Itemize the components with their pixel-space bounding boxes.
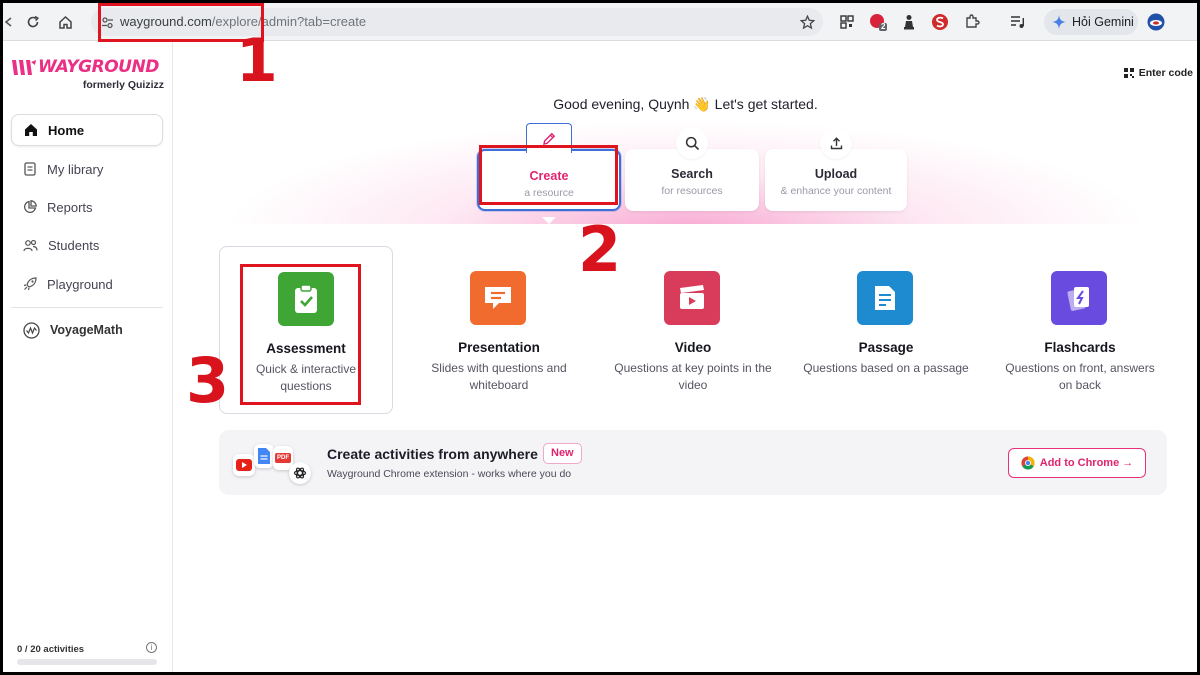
badge-extension-icon[interactable]: 2 [867,11,889,33]
students-icon [23,239,38,251]
puzzle-extension-icon[interactable] [961,11,983,33]
sidebar-item-students[interactable]: Students [11,229,163,261]
promo-app-icons: PDF [229,442,321,486]
gemini-sparkle-icon [1052,15,1066,29]
sidebar: WAYGROUND formerly Quizizz Home My libra… [3,41,173,672]
chess-extension-icon[interactable] [898,11,920,33]
rocket-icon [23,277,37,291]
gemini-button[interactable]: Hỏi Gemini [1044,9,1138,35]
new-badge: New [543,443,582,464]
screenshot-frame: wayground.com/explore/admin?tab=create 2… [3,3,1197,672]
annotation-number-2: 2 [578,213,622,286]
upload-mode-card[interactable]: Upload & enhance your content [765,127,907,211]
profile-avatar-icon[interactable] [1145,11,1167,33]
sidebar-item-label: Playground [47,276,113,292]
sidebar-item-playground[interactable]: Playground [11,268,163,300]
reload-icon[interactable] [23,12,43,32]
annotation-number-3: 3 [186,344,230,417]
sidebar-item-reports[interactable]: Reports [11,191,163,223]
logo-mark-icon [12,60,36,75]
search-icon [676,127,708,159]
passage-card[interactable]: Passage Questions based on a passage [799,246,973,414]
mode-subtitle: for resources [661,185,723,197]
selected-caret [542,217,556,224]
home-icon [25,124,37,136]
type-description: Slides with questions and whiteboard [431,361,567,392]
voyagemath-icon [23,321,40,339]
video-card[interactable]: Video Questions at key points in the vid… [606,246,780,414]
flashcards-icon [1051,271,1107,325]
sidebar-item-home[interactable]: Home [11,114,163,146]
chrome-extension-banner: PDF Create activities from anywhere New … [219,430,1167,495]
back-icon[interactable] [3,12,13,32]
sidebar-divider [11,307,163,308]
add-to-chrome-label: Add to Chrome → [1039,457,1134,469]
enter-code-label: Enter code [1138,67,1193,79]
search-mode-card[interactable]: Search for resources [625,127,759,211]
logo-subtitle: formerly Quizizz [82,79,164,91]
annotation-box-assessment [240,264,361,405]
presentation-slides-icon [470,271,526,325]
annotation-number-1: 1 [236,26,278,96]
s-extension-icon[interactable] [929,11,951,33]
logo-wordmark: WAYGROUND [38,57,159,77]
video-clapper-icon [664,271,720,325]
type-title: Presentation [458,340,540,355]
home-button-icon[interactable] [55,12,75,32]
pdf-label: PDF [275,453,291,463]
type-title: Video [674,340,712,355]
sidebar-item-label: Home [48,122,85,138]
openai-icon [289,462,311,484]
gemini-label: Hỏi Gemini [1072,15,1134,29]
annotation-box-create [479,145,618,205]
type-description: Questions based on a passage [803,361,969,375]
flashcards-card[interactable]: Flashcards Questions on front, answers o… [993,246,1167,414]
chrome-logo-icon [1021,456,1035,470]
sidebar-item-voyagemath[interactable]: VoyageMath [11,314,163,346]
sidebar-item-label: Reports [47,199,93,215]
library-icon [24,162,36,176]
presentation-card[interactable]: Presentation Slides with questions and w… [412,246,586,414]
qr-extension-icon[interactable] [836,11,858,33]
add-to-chrome-button[interactable]: Add to Chrome → [1008,448,1146,478]
sidebar-item-label: VoyageMath [50,323,123,337]
activity-counter: 0 / 20 activities [17,644,85,655]
sidebar-item-label: Students [48,237,100,253]
google-docs-icon [254,444,274,468]
sidebar-item-label: My library [47,161,104,177]
mode-subtitle: & enhance your content [780,185,892,197]
mode-title: Upload [814,167,858,181]
sidebar-item-my-library[interactable]: My library [11,153,163,185]
upload-icon [820,127,852,159]
extension-badge-count: 2 [881,22,886,31]
bookmark-star-icon[interactable] [797,12,817,32]
youtube-icon [233,454,255,476]
media-control-icon[interactable] [1007,11,1029,33]
greeting-text: Good evening, Quynh 👋 Let's get started. [553,96,818,112]
activity-progress-bar [17,659,157,665]
promo-title: Create activities from anywhere [327,446,538,462]
wayground-logo[interactable]: WAYGROUND formerly Quizizz [12,57,164,91]
enter-code-button[interactable]: Enter code [1123,67,1193,79]
qr-code-icon [1123,68,1134,78]
type-description: Questions on front, answers on back [1005,361,1155,392]
type-description: Questions at key points in the video [614,361,772,392]
info-icon[interactable]: i [146,642,157,653]
type-title: Flashcards [1044,340,1116,355]
reports-icon [23,200,37,214]
mode-title: Search [671,167,713,181]
type-title: Passage [858,340,914,355]
promo-subtitle: Wayground Chrome extension - works where… [327,468,572,480]
passage-document-icon [857,271,913,325]
